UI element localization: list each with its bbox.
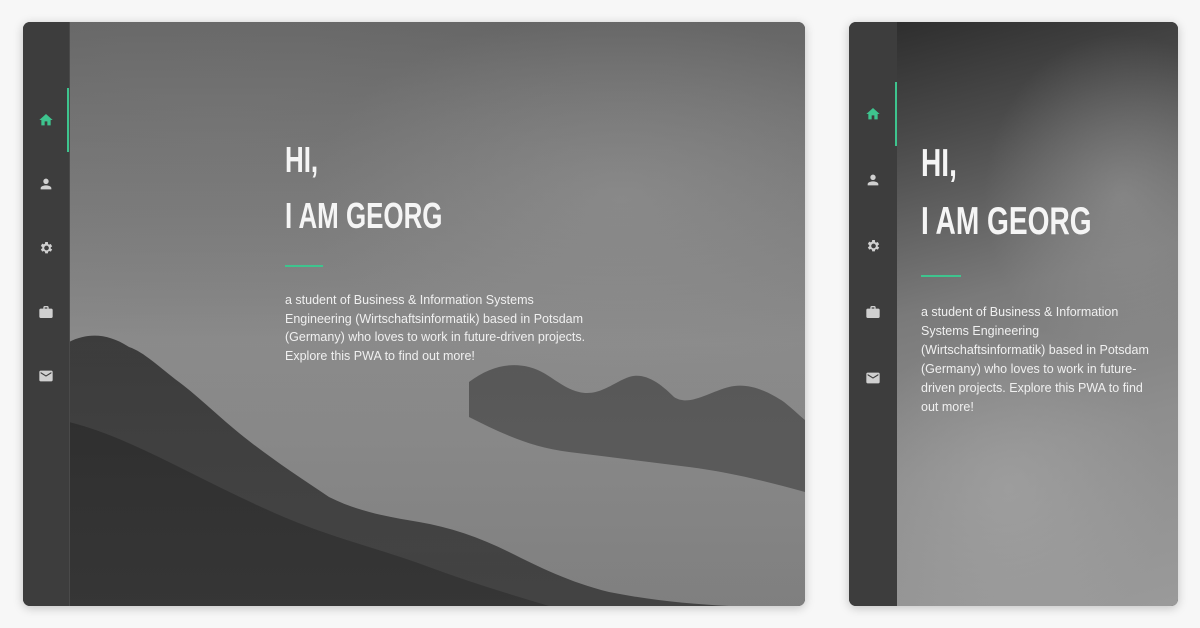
home-icon: [39, 114, 53, 126]
nav-settings[interactable]: [849, 214, 897, 278]
hero-section: HI, I AM GEORG a student of Business & I…: [69, 22, 805, 606]
greeting-line-1: HI,: [921, 142, 957, 185]
hero-section: HI, I AM GEORG a student of Business & I…: [897, 22, 1178, 606]
bio-text: a student of Business & Information Syst…: [285, 293, 586, 363]
nav-contact[interactable]: [849, 346, 897, 410]
person-icon: [40, 178, 52, 190]
home-icon: [866, 108, 880, 120]
accent-divider: [921, 275, 961, 277]
gear-icon: [40, 242, 53, 254]
nav-home[interactable]: [849, 82, 897, 146]
greeting-line-2: I AM GEORG: [921, 200, 1092, 243]
intro-content: HI, I AM GEORG a student of Business & I…: [921, 144, 1156, 430]
nav-projects[interactable]: [849, 280, 897, 344]
mail-icon: [866, 372, 880, 384]
bio-text: a student of Business & Information Syst…: [921, 305, 1149, 414]
accent-divider: [285, 265, 323, 267]
intro-content: HI, I AM GEORG a student of Business & I…: [285, 142, 605, 378]
greeting-line-2: I AM GEORG: [285, 195, 443, 236]
briefcase-icon: [866, 306, 880, 318]
nav-about[interactable]: [23, 152, 69, 216]
nav-home[interactable]: [23, 88, 69, 152]
sidebar-nav: [849, 22, 897, 606]
briefcase-icon: [39, 306, 53, 318]
gear-icon: [867, 240, 880, 252]
greeting-line-1: HI,: [285, 139, 319, 180]
nav-about[interactable]: [849, 148, 897, 212]
person-icon: [867, 174, 879, 186]
nav-projects[interactable]: [23, 280, 69, 344]
desktop-preview: HI, I AM GEORG a student of Business & I…: [23, 22, 805, 606]
mobile-preview: HI, I AM GEORG a student of Business & I…: [849, 22, 1178, 606]
mail-icon: [39, 370, 53, 382]
nav-contact[interactable]: [23, 344, 69, 408]
nav-settings[interactable]: [23, 216, 69, 280]
sidebar-nav: [23, 22, 70, 606]
